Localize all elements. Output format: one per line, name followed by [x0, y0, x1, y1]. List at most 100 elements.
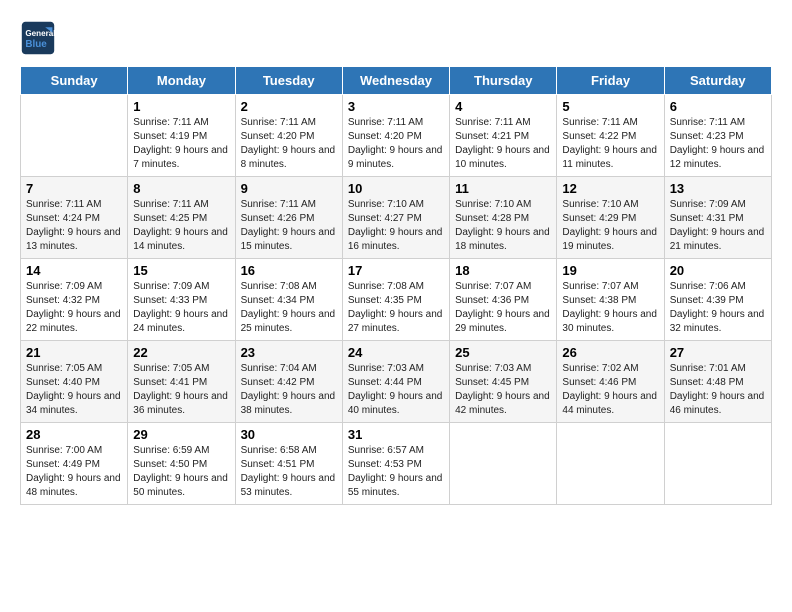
cell-info: Sunrise: 7:10 AM Sunset: 4:29 PM Dayligh…: [562, 198, 658, 254]
sunset-text: Sunset: 4:27 PM: [348, 212, 444, 226]
daylight-text: Daylight: 9 hours and 25 minutes.: [241, 308, 337, 336]
sunrise-text: Sunrise: 6:59 AM: [133, 444, 229, 458]
cell-info: Sunrise: 6:58 AM Sunset: 4:51 PM Dayligh…: [241, 444, 337, 500]
calendar-cell: 23 Sunrise: 7:04 AM Sunset: 4:42 PM Dayl…: [235, 341, 342, 423]
calendar-cell: 3 Sunrise: 7:11 AM Sunset: 4:20 PM Dayli…: [342, 95, 449, 177]
date-number: 4: [455, 99, 551, 114]
calendar-cell: 18 Sunrise: 7:07 AM Sunset: 4:36 PM Dayl…: [450, 259, 557, 341]
date-number: 31: [348, 427, 444, 442]
calendar-cell: 11 Sunrise: 7:10 AM Sunset: 4:28 PM Dayl…: [450, 177, 557, 259]
daylight-text: Daylight: 9 hours and 38 minutes.: [241, 390, 337, 418]
logo-icon: General Blue: [20, 20, 56, 56]
calendar-cell: 25 Sunrise: 7:03 AM Sunset: 4:45 PM Dayl…: [450, 341, 557, 423]
cell-info: Sunrise: 7:09 AM Sunset: 4:31 PM Dayligh…: [670, 198, 766, 254]
sunrise-text: Sunrise: 7:03 AM: [348, 362, 444, 376]
calendar-cell: 15 Sunrise: 7:09 AM Sunset: 4:33 PM Dayl…: [128, 259, 235, 341]
calendar-cell: [557, 423, 664, 505]
sunrise-text: Sunrise: 7:10 AM: [348, 198, 444, 212]
date-number: 22: [133, 345, 229, 360]
daylight-text: Daylight: 9 hours and 19 minutes.: [562, 226, 658, 254]
sunrise-text: Sunrise: 7:01 AM: [670, 362, 766, 376]
sunrise-text: Sunrise: 7:11 AM: [133, 198, 229, 212]
daylight-text: Daylight: 9 hours and 14 minutes.: [133, 226, 229, 254]
date-number: 14: [26, 263, 122, 278]
date-number: 3: [348, 99, 444, 114]
cell-info: Sunrise: 7:11 AM Sunset: 4:25 PM Dayligh…: [133, 198, 229, 254]
date-number: 2: [241, 99, 337, 114]
sunrise-text: Sunrise: 7:11 AM: [348, 116, 444, 130]
daylight-text: Daylight: 9 hours and 21 minutes.: [670, 226, 766, 254]
cell-info: Sunrise: 7:03 AM Sunset: 4:44 PM Dayligh…: [348, 362, 444, 418]
page-header: General Blue: [20, 20, 772, 56]
sunrise-text: Sunrise: 7:11 AM: [670, 116, 766, 130]
cell-info: Sunrise: 7:02 AM Sunset: 4:46 PM Dayligh…: [562, 362, 658, 418]
sunset-text: Sunset: 4:24 PM: [26, 212, 122, 226]
cell-info: Sunrise: 7:11 AM Sunset: 4:19 PM Dayligh…: [133, 116, 229, 172]
sunset-text: Sunset: 4:45 PM: [455, 376, 551, 390]
sunset-text: Sunset: 4:31 PM: [670, 212, 766, 226]
calendar-cell: 17 Sunrise: 7:08 AM Sunset: 4:35 PM Dayl…: [342, 259, 449, 341]
sunset-text: Sunset: 4:44 PM: [348, 376, 444, 390]
cell-info: Sunrise: 7:03 AM Sunset: 4:45 PM Dayligh…: [455, 362, 551, 418]
date-number: 8: [133, 181, 229, 196]
cell-info: Sunrise: 7:01 AM Sunset: 4:48 PM Dayligh…: [670, 362, 766, 418]
cell-info: Sunrise: 7:04 AM Sunset: 4:42 PM Dayligh…: [241, 362, 337, 418]
daylight-text: Daylight: 9 hours and 16 minutes.: [348, 226, 444, 254]
cell-info: Sunrise: 7:08 AM Sunset: 4:34 PM Dayligh…: [241, 280, 337, 336]
sunrise-text: Sunrise: 7:11 AM: [455, 116, 551, 130]
date-number: 20: [670, 263, 766, 278]
calendar-cell: 28 Sunrise: 7:00 AM Sunset: 4:49 PM Dayl…: [21, 423, 128, 505]
sunrise-text: Sunrise: 7:05 AM: [133, 362, 229, 376]
day-header-sunday: Sunday: [21, 67, 128, 95]
sunrise-text: Sunrise: 7:11 AM: [26, 198, 122, 212]
sunrise-text: Sunrise: 7:08 AM: [348, 280, 444, 294]
day-header-wednesday: Wednesday: [342, 67, 449, 95]
cell-info: Sunrise: 7:07 AM Sunset: 4:36 PM Dayligh…: [455, 280, 551, 336]
calendar-cell: 1 Sunrise: 7:11 AM Sunset: 4:19 PM Dayli…: [128, 95, 235, 177]
sunrise-text: Sunrise: 7:02 AM: [562, 362, 658, 376]
day-header-tuesday: Tuesday: [235, 67, 342, 95]
daylight-text: Daylight: 9 hours and 22 minutes.: [26, 308, 122, 336]
daylight-text: Daylight: 9 hours and 34 minutes.: [26, 390, 122, 418]
calendar-cell: 12 Sunrise: 7:10 AM Sunset: 4:29 PM Dayl…: [557, 177, 664, 259]
calendar-cell: 8 Sunrise: 7:11 AM Sunset: 4:25 PM Dayli…: [128, 177, 235, 259]
calendar-cell: 22 Sunrise: 7:05 AM Sunset: 4:41 PM Dayl…: [128, 341, 235, 423]
date-number: 17: [348, 263, 444, 278]
daylight-text: Daylight: 9 hours and 53 minutes.: [241, 472, 337, 500]
cell-info: Sunrise: 7:00 AM Sunset: 4:49 PM Dayligh…: [26, 444, 122, 500]
date-number: 29: [133, 427, 229, 442]
daylight-text: Daylight: 9 hours and 40 minutes.: [348, 390, 444, 418]
sunset-text: Sunset: 4:46 PM: [562, 376, 658, 390]
sunrise-text: Sunrise: 7:07 AM: [455, 280, 551, 294]
date-number: 30: [241, 427, 337, 442]
calendar-cell: 9 Sunrise: 7:11 AM Sunset: 4:26 PM Dayli…: [235, 177, 342, 259]
cell-info: Sunrise: 7:07 AM Sunset: 4:38 PM Dayligh…: [562, 280, 658, 336]
sunrise-text: Sunrise: 7:08 AM: [241, 280, 337, 294]
calendar-cell: 7 Sunrise: 7:11 AM Sunset: 4:24 PM Dayli…: [21, 177, 128, 259]
cell-info: Sunrise: 7:05 AM Sunset: 4:40 PM Dayligh…: [26, 362, 122, 418]
daylight-text: Daylight: 9 hours and 18 minutes.: [455, 226, 551, 254]
sunset-text: Sunset: 4:40 PM: [26, 376, 122, 390]
sunset-text: Sunset: 4:38 PM: [562, 294, 658, 308]
cell-info: Sunrise: 7:11 AM Sunset: 4:23 PM Dayligh…: [670, 116, 766, 172]
calendar-cell: 24 Sunrise: 7:03 AM Sunset: 4:44 PM Dayl…: [342, 341, 449, 423]
daylight-text: Daylight: 9 hours and 46 minutes.: [670, 390, 766, 418]
sunset-text: Sunset: 4:50 PM: [133, 458, 229, 472]
day-header-friday: Friday: [557, 67, 664, 95]
sunrise-text: Sunrise: 7:11 AM: [133, 116, 229, 130]
cell-info: Sunrise: 6:57 AM Sunset: 4:53 PM Dayligh…: [348, 444, 444, 500]
date-number: 16: [241, 263, 337, 278]
sunset-text: Sunset: 4:28 PM: [455, 212, 551, 226]
sunrise-text: Sunrise: 7:11 AM: [562, 116, 658, 130]
cell-info: Sunrise: 7:09 AM Sunset: 4:32 PM Dayligh…: [26, 280, 122, 336]
date-number: 6: [670, 99, 766, 114]
date-number: 15: [133, 263, 229, 278]
sunset-text: Sunset: 4:51 PM: [241, 458, 337, 472]
sunset-text: Sunset: 4:20 PM: [241, 130, 337, 144]
calendar-cell: [21, 95, 128, 177]
calendar-cell: 19 Sunrise: 7:07 AM Sunset: 4:38 PM Dayl…: [557, 259, 664, 341]
sunrise-text: Sunrise: 6:57 AM: [348, 444, 444, 458]
calendar-cell: 6 Sunrise: 7:11 AM Sunset: 4:23 PM Dayli…: [664, 95, 771, 177]
sunset-text: Sunset: 4:48 PM: [670, 376, 766, 390]
daylight-text: Daylight: 9 hours and 29 minutes.: [455, 308, 551, 336]
